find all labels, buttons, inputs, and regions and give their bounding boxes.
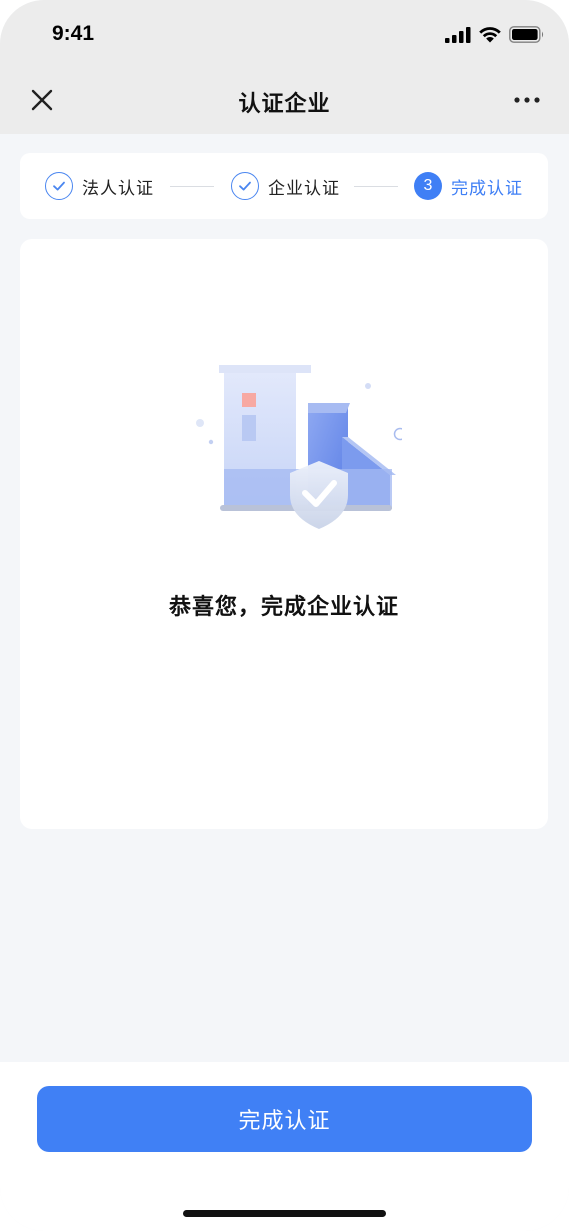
step-connector bbox=[170, 186, 214, 187]
step-label: 企业认证 bbox=[268, 178, 340, 199]
complete-verification-button[interactable]: 完成认证 bbox=[37, 1086, 532, 1152]
progress-stepper: 法人认证 企业认证 3 完成认证 bbox=[20, 153, 548, 219]
step-legal-person: 法人认证 bbox=[45, 172, 154, 200]
step-complete: 3 完成认证 bbox=[414, 172, 523, 200]
check-circle-icon bbox=[231, 172, 259, 200]
header: 9:41 认证企业 bbox=[0, 0, 569, 134]
step-label: 法人认证 bbox=[82, 178, 154, 199]
verified-building-illustration bbox=[196, 365, 402, 529]
status-time: 9:41 bbox=[52, 22, 95, 45]
step-connector bbox=[354, 186, 398, 187]
bottom-bar: 完成认证 bbox=[0, 1062, 569, 1231]
status-icons bbox=[445, 26, 545, 43]
result-card: 恭喜您，完成企业认证 bbox=[20, 239, 548, 829]
check-circle-icon bbox=[45, 172, 73, 200]
battery-icon bbox=[509, 26, 544, 43]
phone-screen: 9:41 认证企业 法人认证 企业认证 3 完成认证 恭喜您，完成企业认证 完成… bbox=[0, 0, 569, 1231]
success-message: 恭喜您，完成企业认证 bbox=[168, 595, 399, 620]
step-label: 完成认证 bbox=[451, 178, 523, 199]
wifi-icon bbox=[479, 27, 501, 43]
page-title: 认证企业 bbox=[238, 92, 331, 117]
step-enterprise: 企业认证 bbox=[231, 172, 340, 200]
more-options-icon[interactable] bbox=[513, 90, 541, 110]
home-indicator bbox=[183, 1210, 386, 1217]
cellular-signal-icon bbox=[445, 26, 471, 43]
step-number-badge: 3 bbox=[414, 172, 442, 200]
